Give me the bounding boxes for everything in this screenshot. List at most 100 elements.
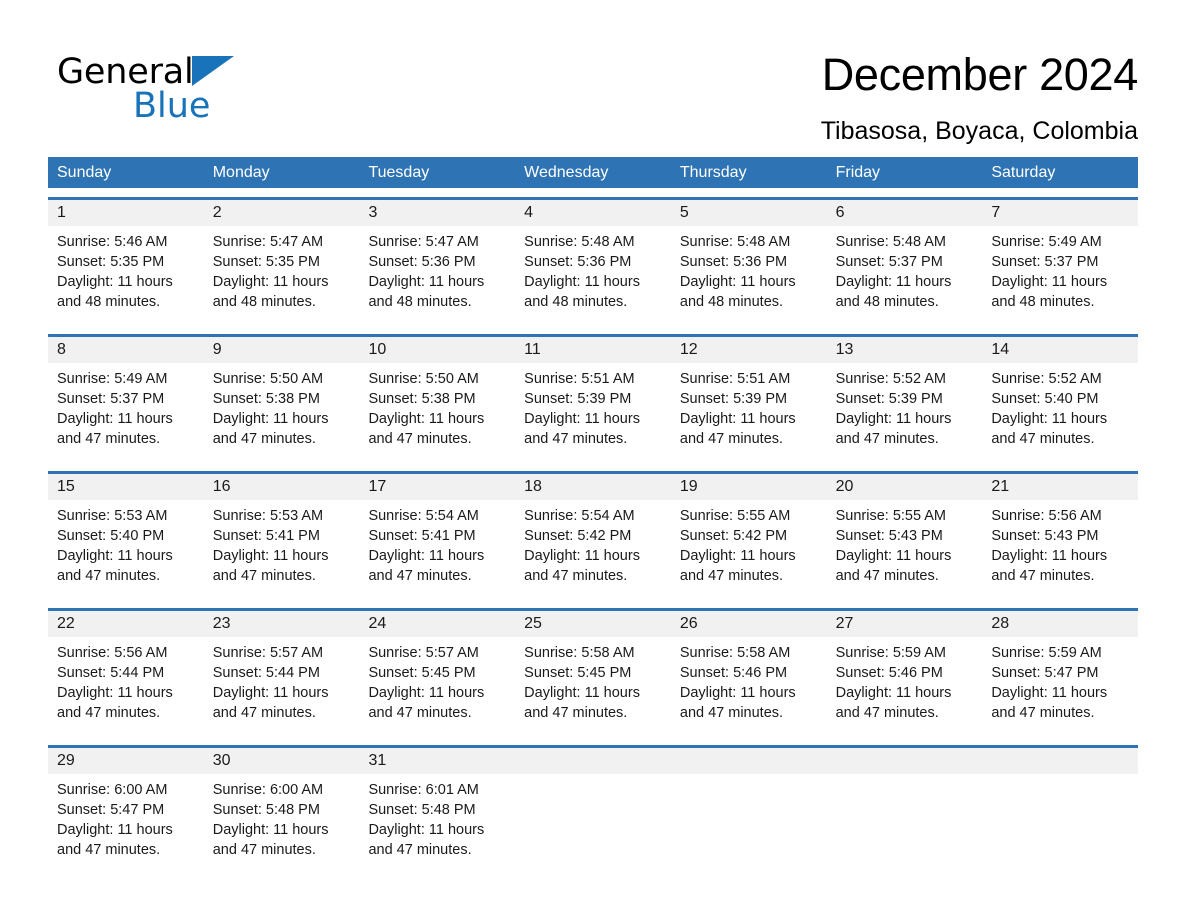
sunset-text: Sunset: 5:41 PM bbox=[368, 528, 476, 544]
day-cell[interactable]: Sunrise: 5:50 AM Sunset: 5:38 PM Dayligh… bbox=[359, 363, 515, 462]
day-cell[interactable]: Sunrise: 5:58 AM Sunset: 5:45 PM Dayligh… bbox=[515, 637, 671, 736]
day-cell[interactable]: Sunrise: 5:51 AM Sunset: 5:39 PM Dayligh… bbox=[671, 363, 827, 462]
sunrise-text: Sunrise: 5:52 AM bbox=[991, 371, 1102, 387]
day-number-empty bbox=[827, 748, 983, 774]
day-cell[interactable]: Sunrise: 5:59 AM Sunset: 5:47 PM Dayligh… bbox=[982, 637, 1138, 736]
week-body: Sunrise: 6:00 AM Sunset: 5:47 PM Dayligh… bbox=[48, 774, 1138, 873]
day-cell[interactable]: Sunrise: 5:56 AM Sunset: 5:44 PM Dayligh… bbox=[48, 637, 204, 736]
day-cell[interactable]: Sunrise: 5:58 AM Sunset: 5:46 PM Dayligh… bbox=[671, 637, 827, 736]
sunset-text: Sunset: 5:39 PM bbox=[835, 391, 943, 407]
day-cell[interactable]: Sunrise: 5:55 AM Sunset: 5:42 PM Dayligh… bbox=[671, 500, 827, 599]
sunset-text: Sunset: 5:38 PM bbox=[368, 391, 476, 407]
day-number[interactable]: 9 bbox=[204, 337, 360, 363]
daylight-text-line1: Daylight: 11 hours bbox=[679, 411, 796, 427]
day-cell[interactable]: Sunrise: 5:53 AM Sunset: 5:40 PM Dayligh… bbox=[48, 500, 204, 599]
sunset-text: Sunset: 5:36 PM bbox=[679, 254, 788, 270]
day-cell[interactable]: Sunrise: 6:00 AM Sunset: 5:47 PM Dayligh… bbox=[48, 774, 204, 873]
calendar-week-row: 29 30 31 Sunrise: 6:00 AM Sunset: 5:47 P… bbox=[48, 745, 1138, 873]
day-number[interactable]: 22 bbox=[48, 611, 204, 637]
weekday-header-wednesday: Wednesday bbox=[524, 164, 609, 181]
day-number[interactable]: 28 bbox=[982, 611, 1138, 637]
day-cell[interactable]: Sunrise: 5:50 AM Sunset: 5:38 PM Dayligh… bbox=[204, 363, 360, 462]
day-number[interactable]: 17 bbox=[359, 474, 515, 500]
day-number[interactable]: 10 bbox=[359, 337, 515, 363]
day-cell[interactable]: Sunrise: 5:56 AM Sunset: 5:43 PM Dayligh… bbox=[982, 500, 1138, 599]
day-cell[interactable]: Sunrise: 5:59 AM Sunset: 5:46 PM Dayligh… bbox=[827, 637, 983, 736]
day-number[interactable]: 3 bbox=[359, 200, 515, 226]
day-cell[interactable]: Sunrise: 5:49 AM Sunset: 5:37 PM Dayligh… bbox=[982, 226, 1138, 325]
daylight-text-line1: Daylight: 11 hours bbox=[524, 411, 640, 427]
day-cell[interactable]: Sunrise: 5:54 AM Sunset: 5:41 PM Dayligh… bbox=[359, 500, 515, 599]
day-number[interactable]: 23 bbox=[204, 611, 360, 637]
daylight-text-line2: and 47 minutes. bbox=[368, 431, 472, 447]
day-number-empty bbox=[671, 748, 827, 774]
day-number[interactable]: 18 bbox=[515, 474, 671, 500]
day-cell[interactable]: Sunrise: 5:46 AM Sunset: 5:35 PM Dayligh… bbox=[48, 226, 204, 325]
day-number[interactable]: 30 bbox=[204, 748, 360, 774]
day-number[interactable]: 20 bbox=[827, 474, 983, 500]
day-cell[interactable]: Sunrise: 5:48 AM Sunset: 5:37 PM Dayligh… bbox=[827, 226, 983, 325]
daylight-text-line1: Daylight: 11 hours bbox=[524, 548, 640, 564]
day-cell[interactable]: Sunrise: 5:57 AM Sunset: 5:45 PM Dayligh… bbox=[359, 637, 515, 736]
day-cell[interactable]: Sunrise: 5:48 AM Sunset: 5:36 PM Dayligh… bbox=[671, 226, 827, 325]
daylight-text-line1: Daylight: 11 hours bbox=[991, 685, 1108, 701]
day-number[interactable]: 8 bbox=[48, 337, 204, 363]
daylight-text-line2: and 47 minutes. bbox=[57, 705, 161, 721]
day-number[interactable]: 1 bbox=[48, 200, 204, 226]
day-number[interactable]: 6 bbox=[827, 200, 983, 226]
day-number[interactable]: 2 bbox=[204, 200, 360, 226]
day-number[interactable]: 16 bbox=[204, 474, 360, 500]
sunset-text: Sunset: 5:39 PM bbox=[679, 391, 788, 407]
day-cell[interactable]: Sunrise: 5:47 AM Sunset: 5:36 PM Dayligh… bbox=[359, 226, 515, 325]
day-cell-empty bbox=[982, 774, 1138, 873]
sunrise-text: Sunrise: 5:54 AM bbox=[524, 508, 635, 524]
sunrise-text: Sunrise: 5:52 AM bbox=[835, 371, 947, 387]
daylight-text-line2: and 47 minutes. bbox=[368, 568, 472, 584]
day-cell[interactable]: Sunrise: 5:51 AM Sunset: 5:39 PM Dayligh… bbox=[515, 363, 671, 462]
day-number[interactable]: 31 bbox=[359, 748, 515, 774]
sunrise-text: Sunrise: 5:59 AM bbox=[835, 645, 947, 661]
daylight-text-line2: and 47 minutes. bbox=[524, 705, 628, 721]
day-cell[interactable]: Sunrise: 5:47 AM Sunset: 5:35 PM Dayligh… bbox=[204, 226, 360, 325]
day-number[interactable]: 12 bbox=[671, 337, 827, 363]
day-cell[interactable]: Sunrise: 5:48 AM Sunset: 5:36 PM Dayligh… bbox=[515, 226, 671, 325]
day-number[interactable]: 26 bbox=[671, 611, 827, 637]
day-cell-empty bbox=[671, 774, 827, 873]
day-number[interactable]: 15 bbox=[48, 474, 204, 500]
day-cell[interactable]: Sunrise: 5:53 AM Sunset: 5:41 PM Dayligh… bbox=[204, 500, 360, 599]
day-number[interactable]: 21 bbox=[982, 474, 1138, 500]
week-date-bar: 1 2 3 4 5 6 7 bbox=[48, 200, 1138, 226]
day-number[interactable]: 25 bbox=[515, 611, 671, 637]
day-number[interactable]: 11 bbox=[515, 337, 671, 363]
day-number[interactable]: 14 bbox=[982, 337, 1138, 363]
weekday-header-sunday: Sunday bbox=[57, 164, 112, 181]
daylight-text-line2: and 47 minutes. bbox=[835, 431, 939, 447]
day-number[interactable]: 19 bbox=[671, 474, 827, 500]
location-subtitle: Tibasosa, Boyaca, Colombia bbox=[820, 117, 1138, 145]
sunrise-text: Sunrise: 6:00 AM bbox=[57, 782, 168, 798]
day-cell[interactable]: Sunrise: 5:52 AM Sunset: 5:39 PM Dayligh… bbox=[827, 363, 983, 462]
day-number[interactable]: 7 bbox=[982, 200, 1138, 226]
daylight-text-line1: Daylight: 11 hours bbox=[991, 274, 1108, 290]
day-number[interactable]: 4 bbox=[515, 200, 671, 226]
day-number[interactable]: 13 bbox=[827, 337, 983, 363]
sunrise-text: Sunrise: 5:55 AM bbox=[679, 508, 791, 524]
day-cell[interactable]: Sunrise: 5:49 AM Sunset: 5:37 PM Dayligh… bbox=[48, 363, 204, 462]
daylight-text-line1: Daylight: 11 hours bbox=[991, 411, 1108, 427]
daylight-text-line2: and 47 minutes. bbox=[57, 568, 161, 584]
day-cell[interactable]: Sunrise: 6:00 AM Sunset: 5:48 PM Dayligh… bbox=[204, 774, 360, 873]
day-number[interactable]: 24 bbox=[359, 611, 515, 637]
sunrise-text: Sunrise: 5:49 AM bbox=[991, 234, 1102, 250]
sunset-text: Sunset: 5:39 PM bbox=[524, 391, 632, 407]
day-cell[interactable]: Sunrise: 5:52 AM Sunset: 5:40 PM Dayligh… bbox=[982, 363, 1138, 462]
daylight-text-line1: Daylight: 11 hours bbox=[679, 274, 796, 290]
day-cell[interactable]: Sunrise: 5:54 AM Sunset: 5:42 PM Dayligh… bbox=[515, 500, 671, 599]
day-cell[interactable]: Sunrise: 5:55 AM Sunset: 5:43 PM Dayligh… bbox=[827, 500, 983, 599]
day-number[interactable]: 5 bbox=[671, 200, 827, 226]
day-number[interactable]: 29 bbox=[48, 748, 204, 774]
sunset-text: Sunset: 5:35 PM bbox=[57, 254, 165, 270]
day-cell[interactable]: Sunrise: 6:01 AM Sunset: 5:48 PM Dayligh… bbox=[359, 774, 515, 873]
daylight-text-line2: and 47 minutes. bbox=[368, 705, 472, 721]
day-cell[interactable]: Sunrise: 5:57 AM Sunset: 5:44 PM Dayligh… bbox=[204, 637, 360, 736]
day-number[interactable]: 27 bbox=[827, 611, 983, 637]
